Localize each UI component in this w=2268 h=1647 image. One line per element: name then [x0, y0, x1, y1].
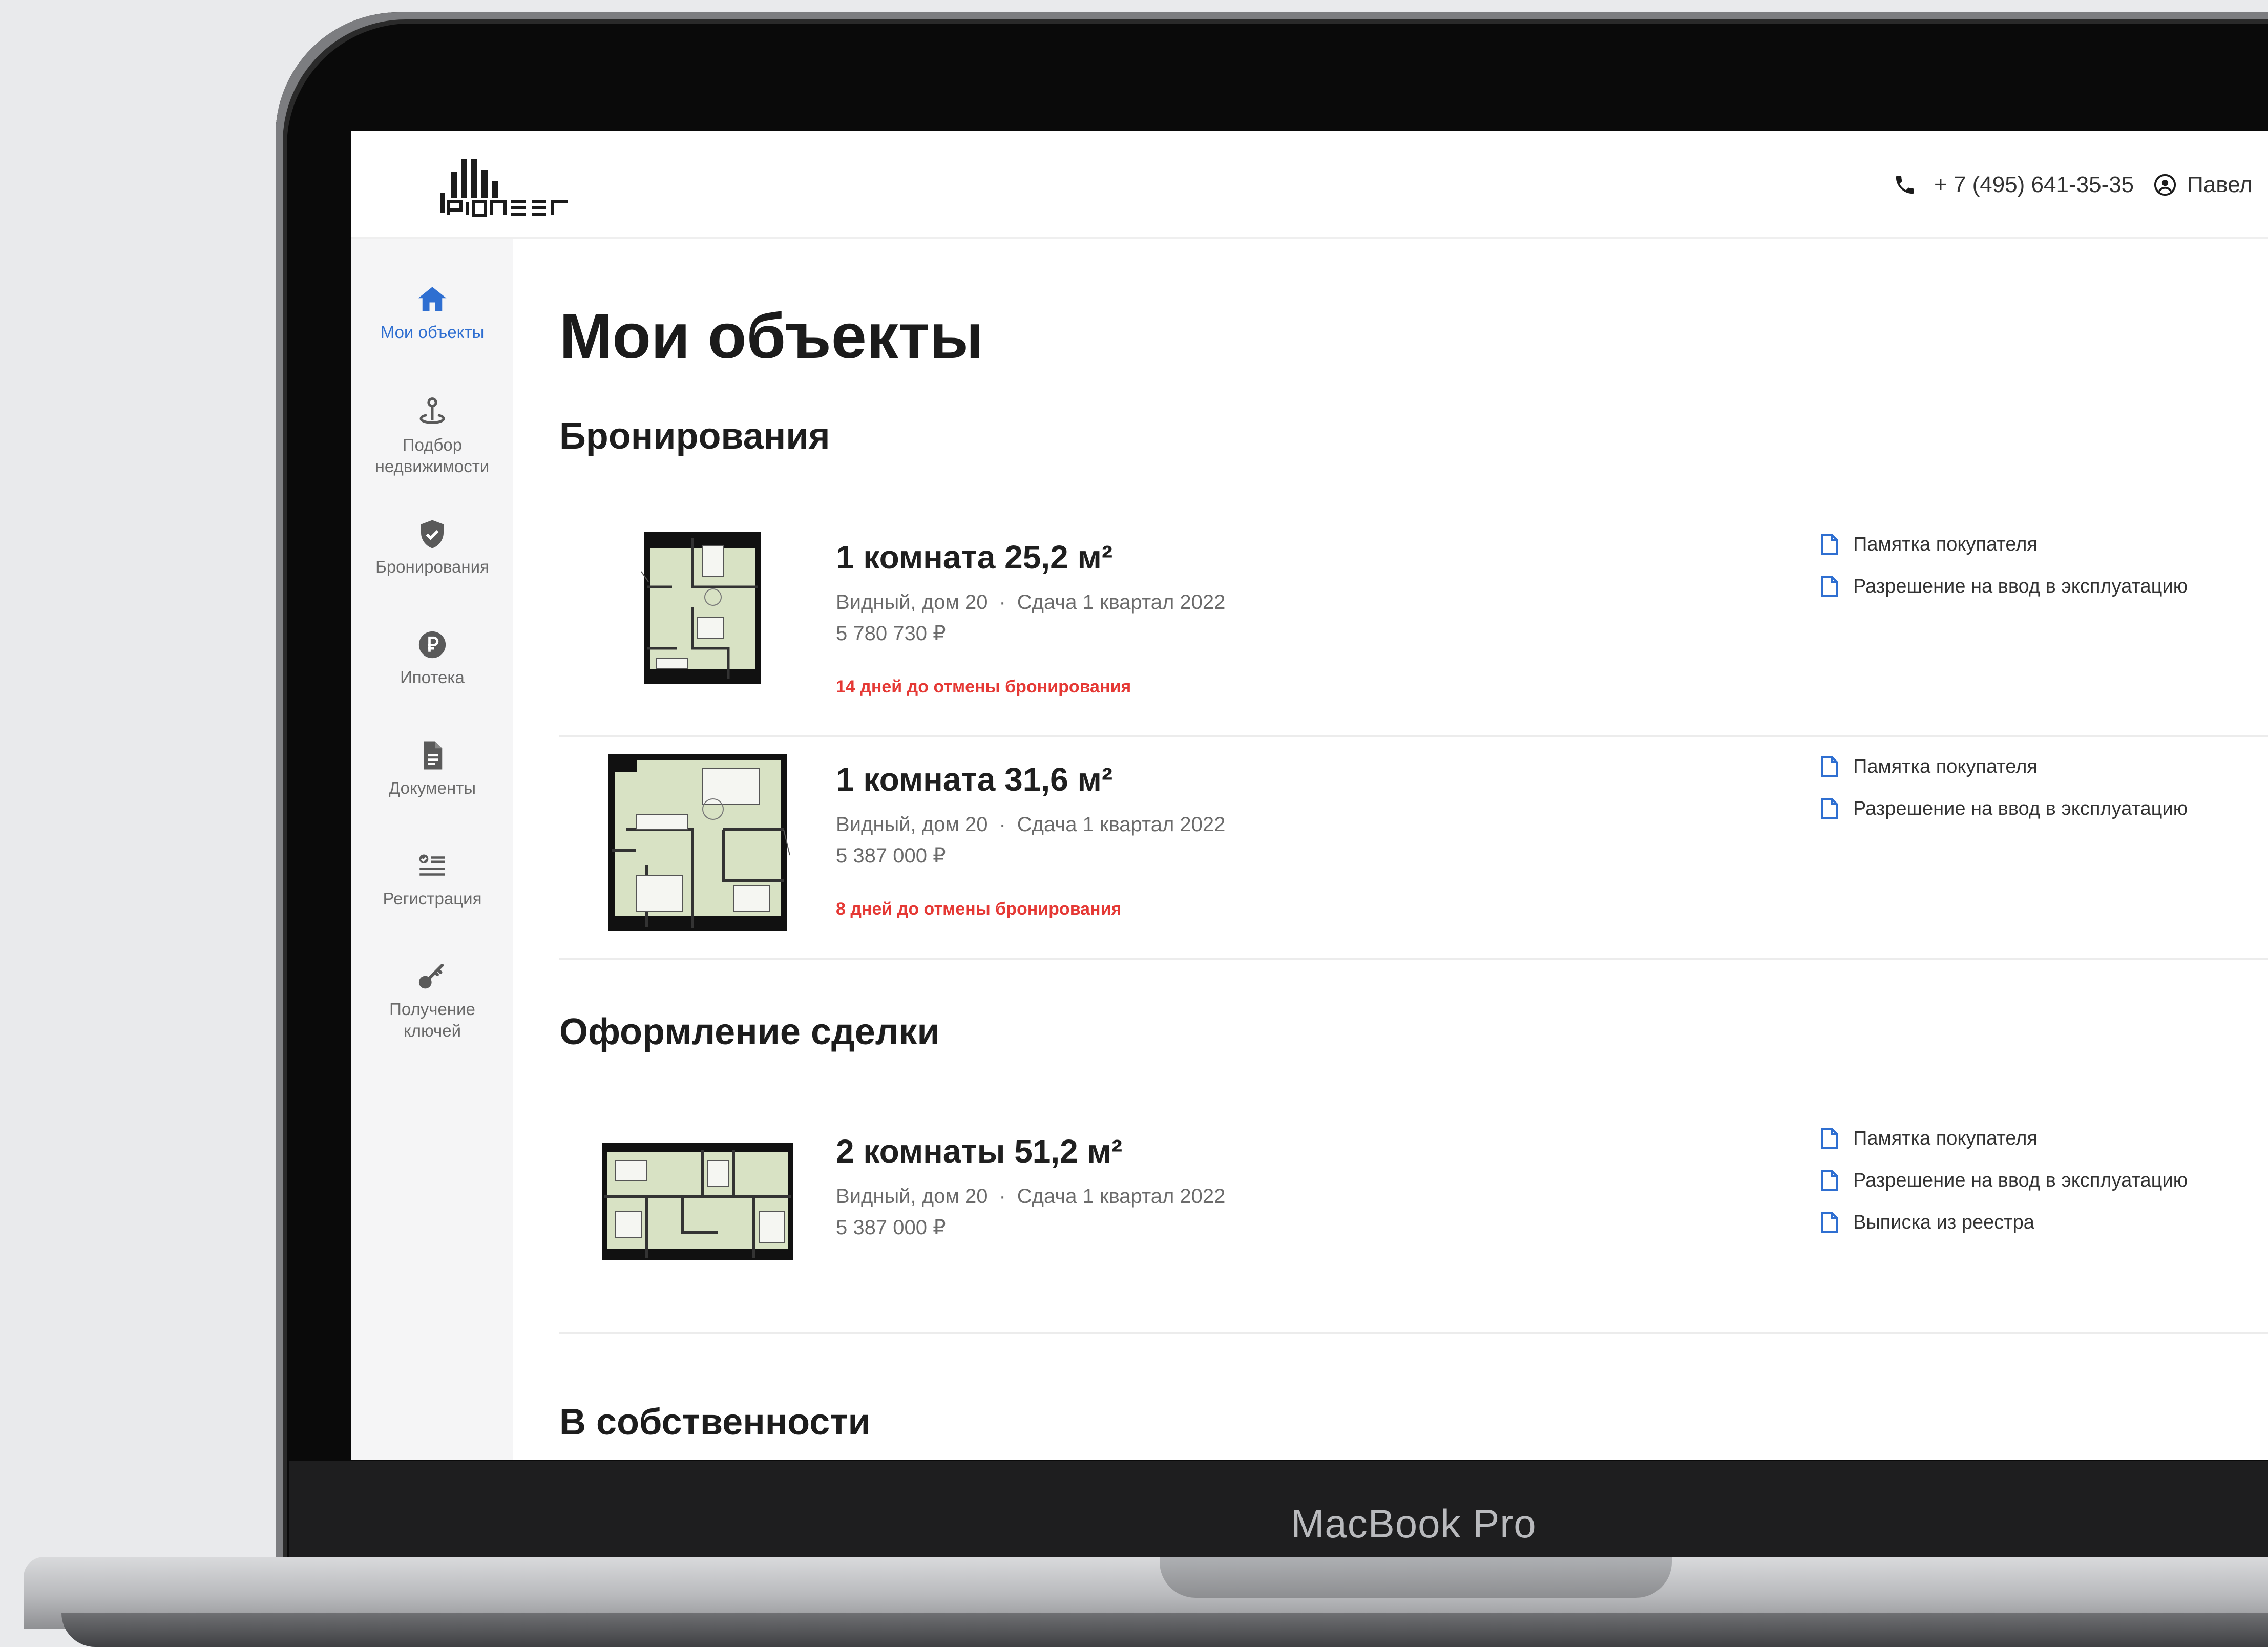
- object-handover: Сдача 1 квартал 2022: [1017, 591, 1226, 614]
- laptop-notch: [1160, 1557, 1672, 1598]
- top-bar: + 7 (495) 641-35-35 Павел: [351, 131, 2268, 239]
- booking-expiry-warning: 14 дней до отмены бронирования: [836, 677, 1131, 696]
- floorplan-image: [602, 1143, 793, 1260]
- key-icon: [418, 963, 444, 989]
- app-screen: + 7 (495) 641-35-35 Павел Мои объекты По…: [351, 131, 2268, 1460]
- phone-icon: [1896, 176, 1914, 194]
- document-link[interactable]: Памятка покупателя: [1819, 1117, 2188, 1159]
- object-meta: Видный, дом 20 · Сдача 1 квартал 2022: [836, 1185, 1225, 1208]
- sidebar-item-bookings[interactable]: Бронирования: [351, 517, 513, 578]
- object-price: 5 780 730 ₽: [836, 622, 946, 645]
- floorplan-image: [608, 754, 790, 931]
- meta-separator: ·: [999, 813, 1006, 836]
- object-handover: Сдача 1 квартал 2022: [1017, 813, 1226, 836]
- document-link-label: Памятка покупателя: [1853, 755, 2038, 777]
- object-title[interactable]: 2 комнаты 51,2 м²: [836, 1132, 1122, 1170]
- document-link[interactable]: Разрешение на ввод в эксплуатацию: [1819, 1159, 2188, 1201]
- file-icon: [1821, 1212, 1838, 1233]
- file-icon: [1821, 576, 1838, 597]
- document-link-label: Разрешение на ввод в эксплуатацию: [1853, 797, 2188, 819]
- pioneer-logo-icon: [440, 159, 568, 217]
- sidebar-item-label: Регистрация: [383, 889, 482, 908]
- documents-list: Памятка покупателя Разрешение на ввод в …: [1819, 746, 2188, 830]
- object-title[interactable]: 1 комната 31,6 м²: [836, 761, 1112, 798]
- document-link[interactable]: Разрешение на ввод в эксплуатацию: [1819, 788, 2188, 830]
- object-location: Видный, дом 20: [836, 1185, 988, 1208]
- sidebar-item-label: Бронирования: [375, 557, 489, 576]
- file-icon: [1821, 798, 1838, 819]
- home-icon: [418, 287, 447, 311]
- header-phone[interactable]: + 7 (495) 641-35-35: [1934, 172, 2134, 198]
- object-title[interactable]: 1 комната 25,2 м²: [836, 538, 1112, 576]
- booking-expiry-warning: 8 дней до отмены бронирования: [836, 899, 1122, 919]
- sidebar-item-label: Получение ключей: [389, 1000, 475, 1040]
- file-icon: [1821, 1128, 1838, 1149]
- document-link[interactable]: Выписка из реестра: [1819, 1201, 2188, 1243]
- file-icon: [1821, 534, 1838, 555]
- sidebar: Мои объекты Подбор недвижимости Брониров…: [351, 239, 513, 1460]
- floorplan-image: [641, 532, 761, 684]
- document-link-label: Памятка покупателя: [1853, 1127, 2038, 1149]
- sidebar-item-registration[interactable]: Регистрация: [351, 849, 513, 910]
- object-location: Видный, дом 20: [836, 591, 988, 614]
- file-icon: [1821, 756, 1838, 777]
- section-title-owned: В собственности: [559, 1402, 871, 1443]
- section-title-bookings: Бронирования: [559, 416, 830, 457]
- object-price: 5 387 000 ₽: [836, 1216, 946, 1239]
- header-user-name[interactable]: Павел: [2187, 172, 2253, 198]
- sidebar-item-documents[interactable]: Документы: [351, 738, 513, 799]
- laptop-base-edge: [61, 1613, 2268, 1647]
- file-icon: [1821, 1170, 1838, 1191]
- meta-separator: ·: [999, 591, 1006, 614]
- sidebar-item-property-search[interactable]: Подбор недвижимости: [351, 395, 513, 477]
- documents-list: Памятка покупателя Разрешение на ввод в …: [1819, 523, 2188, 607]
- document-link[interactable]: Разрешение на ввод в эксплуатацию: [1819, 565, 2188, 607]
- sidebar-item-label: Ипотека: [400, 668, 465, 687]
- document-icon: [424, 741, 443, 770]
- ruble-coin-icon: [418, 631, 446, 659]
- document-link-label: Разрешение на ввод в эксплуатацию: [1853, 575, 2188, 597]
- documents-list: Памятка покупателя Разрешение на ввод в …: [1819, 1117, 2188, 1243]
- sidebar-item-key-handover[interactable]: Получение ключей: [351, 960, 513, 1042]
- object-meta: Видный, дом 20 · Сдача 1 квартал 2022: [836, 813, 1225, 836]
- list-item[interactable]: 1 комната 31,6 м² Видный, дом 20 · Сдача 1…: [559, 737, 2268, 960]
- sidebar-item-label: Подбор недвижимости: [375, 435, 490, 476]
- document-link-label: Разрешение на ввод в эксплуатацию: [1853, 1169, 2188, 1191]
- page-title: Мои объекты: [559, 301, 984, 372]
- map-pin-icon: [419, 397, 445, 424]
- checklist-icon: [419, 854, 445, 876]
- list-item[interactable]: 2 комнаты 51,2 м² Видный, дом 20 · Сдача 1…: [559, 1109, 2268, 1334]
- document-link-label: Выписка из реестра: [1853, 1211, 2034, 1233]
- meta-separator: ·: [999, 1185, 1006, 1208]
- object-location: Видный, дом 20: [836, 813, 988, 836]
- object-handover: Сдача 1 квартал 2022: [1017, 1185, 1226, 1208]
- sidebar-item-mortgage[interactable]: Ипотека: [351, 628, 513, 688]
- document-link[interactable]: Памятка покупателя: [1819, 746, 2188, 788]
- list-item[interactable]: 1 комната 25,2 м² Видный, дом 20 · Сдача 1…: [559, 515, 2268, 737]
- sidebar-item-label: Документы: [388, 778, 476, 797]
- object-meta: Видный, дом 20 · Сдача 1 квартал 2022: [836, 591, 1225, 614]
- document-link[interactable]: Памятка покупателя: [1819, 523, 2188, 565]
- document-link-label: Памятка покупателя: [1853, 533, 2038, 555]
- brand-logo[interactable]: [433, 152, 587, 218]
- object-price: 5 387 000 ₽: [836, 844, 946, 867]
- user-icon: [2154, 174, 2176, 196]
- sidebar-item-label: Мои объекты: [380, 323, 485, 342]
- section-title-deal: Оформление сделки: [559, 1011, 940, 1052]
- device-label: MacBook Pro: [1291, 1501, 1537, 1546]
- header-contacts: + 7 (495) 641-35-35 Павел: [1893, 167, 2253, 203]
- sidebar-item-my-objects[interactable]: Мои объекты: [351, 283, 513, 343]
- shield-check-icon: [421, 520, 444, 548]
